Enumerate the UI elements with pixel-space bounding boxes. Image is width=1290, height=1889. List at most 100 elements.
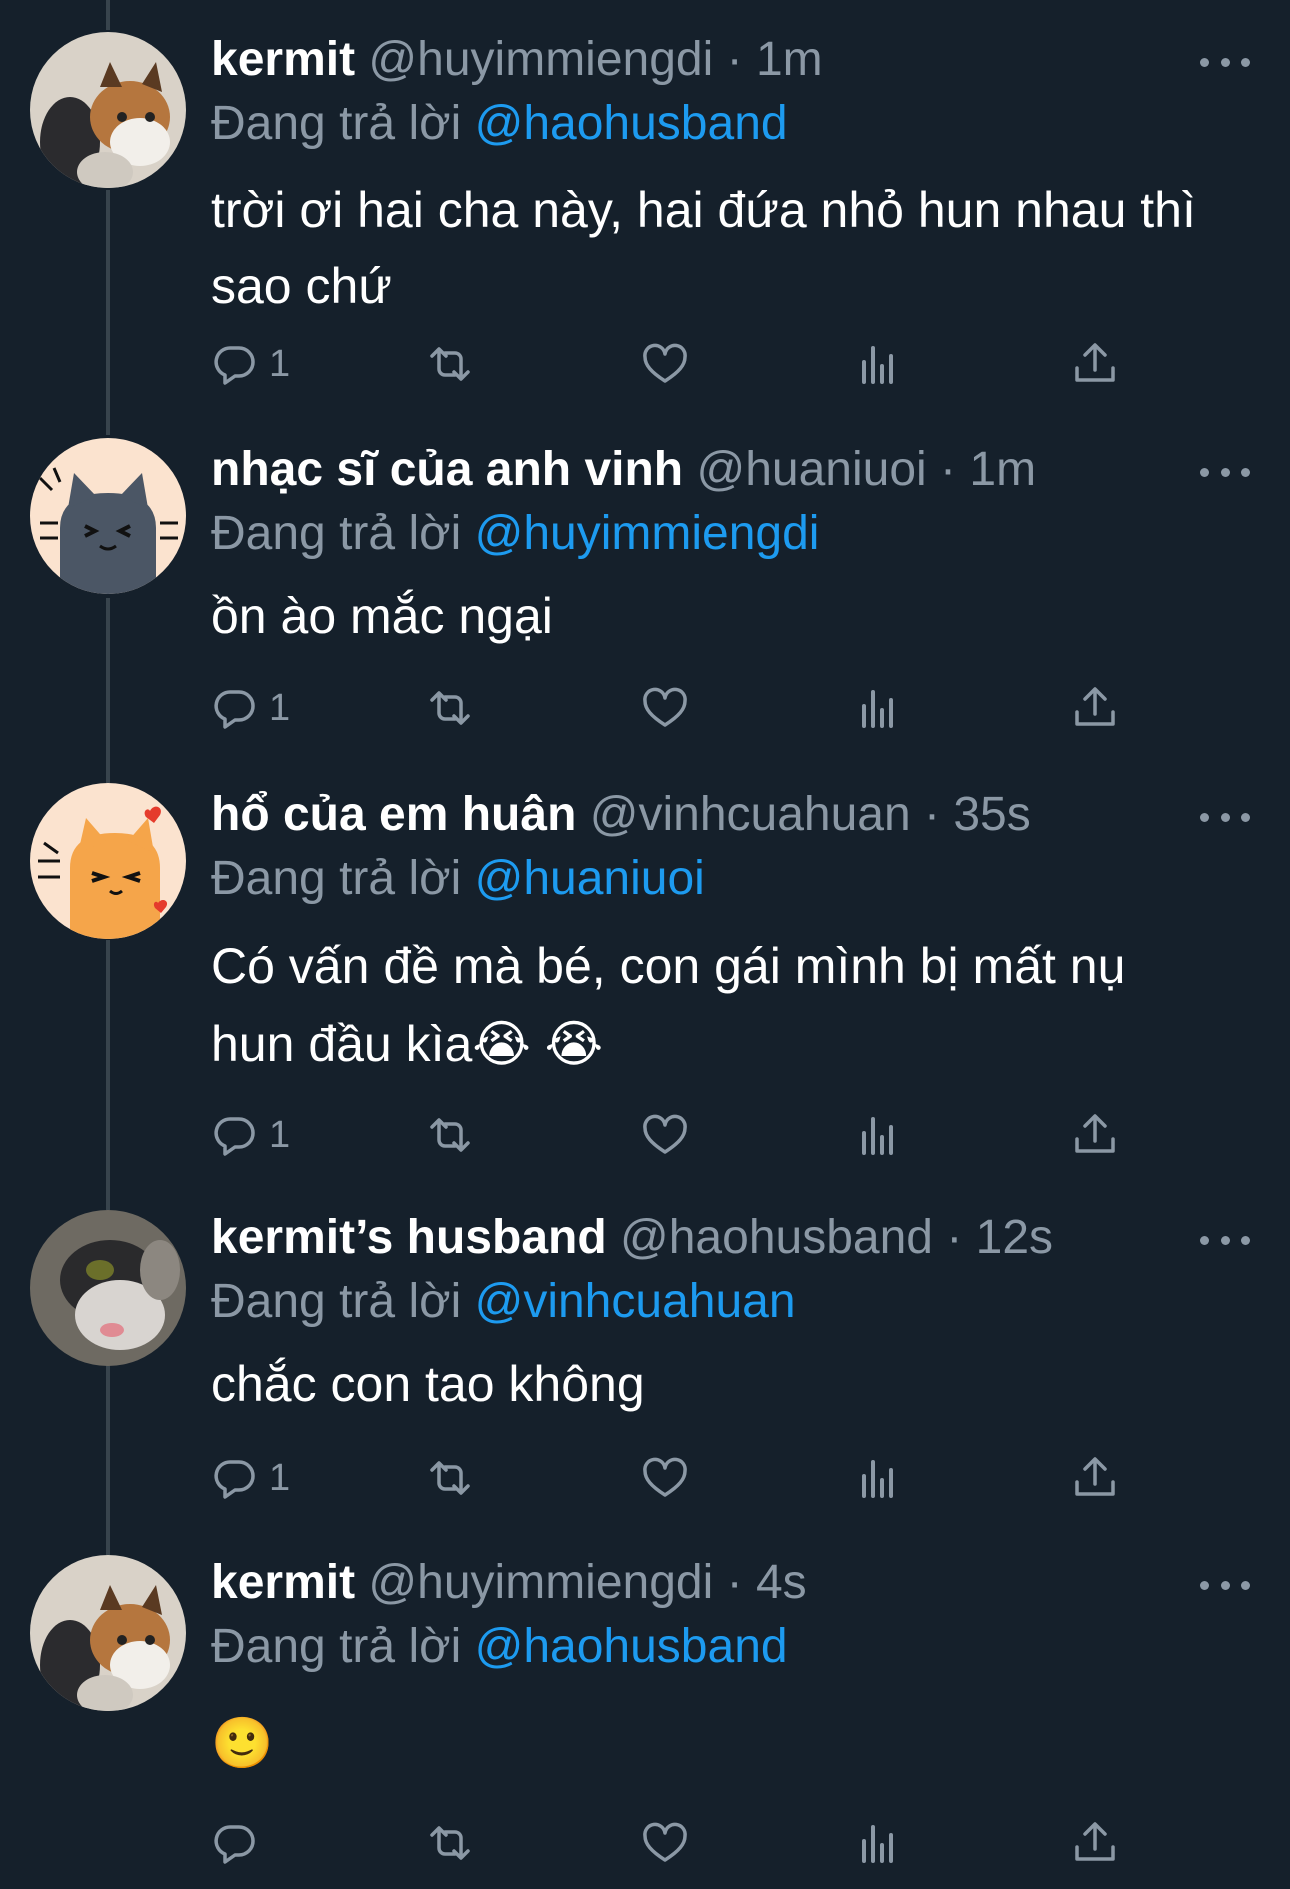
views-button[interactable] xyxy=(856,1448,904,1508)
more-icon[interactable] xyxy=(1200,797,1250,837)
replying-to: Đang trả lời @haohusband xyxy=(211,1615,788,1679)
replying-to-label: Đang trả lời xyxy=(211,1275,462,1328)
user-handle[interactable]: @haohusband xyxy=(620,1211,933,1264)
like-button[interactable] xyxy=(641,1448,689,1508)
tweet-header: hổ của em huân @vinhcuahuan · 35s xyxy=(211,783,1170,847)
separator: · xyxy=(946,1211,963,1264)
avatar[interactable] xyxy=(30,783,186,939)
timestamp[interactable]: 1m xyxy=(756,33,823,86)
tweet[interactable]: kermit @huyimmiengdi · 4s Đang trả lời @… xyxy=(0,1523,1290,1889)
reply-button[interactable]: 1 xyxy=(211,678,290,738)
reply-icon xyxy=(214,1825,255,1864)
user-handle[interactable]: @vinhcuahuan xyxy=(590,788,911,841)
retweet-button[interactable] xyxy=(426,678,474,738)
more-icon[interactable] xyxy=(1200,1220,1250,1260)
display-name[interactable]: hổ của em huân xyxy=(211,788,576,841)
more-icon[interactable] xyxy=(1200,452,1250,492)
display-name[interactable]: nhạc sĩ của anh vinh xyxy=(211,443,683,496)
reply-button[interactable]: 1 xyxy=(211,1448,290,1508)
replying-to: Đang trả lời @vinhcuahuan xyxy=(211,1270,796,1334)
reply-button[interactable] xyxy=(211,1813,269,1873)
reply-count: 1 xyxy=(269,342,291,385)
share-button[interactable] xyxy=(1071,1813,1119,1873)
share-button[interactable] xyxy=(1071,334,1119,394)
like-icon xyxy=(643,1114,687,1154)
views-button[interactable] xyxy=(856,1813,904,1873)
retweet-button[interactable] xyxy=(426,1813,474,1873)
share-icon xyxy=(1075,1822,1115,1861)
reply-to-handle[interactable]: @haohusband xyxy=(475,1620,788,1673)
retweet-icon xyxy=(430,1461,470,1495)
tweet-header: kermit @huyimmiengdi · 1m xyxy=(211,28,1170,92)
tweet-text: ồn ào mắc ngại xyxy=(211,588,553,644)
reply-to-handle[interactable]: @huyimmiengdi xyxy=(475,507,820,560)
replying-to-label: Đang trả lời xyxy=(211,852,462,905)
reply-count: 1 xyxy=(269,1456,291,1499)
more-icon[interactable] xyxy=(1200,42,1250,82)
tweet[interactable]: kermit’s husband @haohusband · 12s Đang … xyxy=(0,1178,1290,1523)
replying-to-label: Đang trả lời xyxy=(211,507,462,560)
like-button[interactable] xyxy=(641,1813,689,1873)
timestamp[interactable]: 35s xyxy=(953,788,1030,841)
retweet-button[interactable] xyxy=(426,1448,474,1508)
avatar[interactable] xyxy=(30,1555,186,1711)
user-handle[interactable]: @huyimmiengdi xyxy=(368,33,713,86)
user-handle[interactable]: @huaniuoi xyxy=(696,443,926,496)
views-icon xyxy=(862,690,893,728)
retweet-button[interactable] xyxy=(426,334,474,394)
avatar[interactable] xyxy=(30,1210,186,1366)
like-button[interactable] xyxy=(641,334,689,394)
share-button[interactable] xyxy=(1071,1448,1119,1508)
reply-to-handle[interactable]: @haohusband xyxy=(475,97,788,150)
tweet-text-container: Có vấn đề mà bé, con gái mình bị mất nụ … xyxy=(211,927,1211,1083)
reply-icon xyxy=(214,1117,255,1156)
display-name[interactable]: kermit’s husband xyxy=(211,1211,607,1264)
retweet-icon xyxy=(430,1826,470,1860)
retweet-button[interactable] xyxy=(426,1105,474,1165)
views-button[interactable] xyxy=(856,678,904,738)
reply-count: 1 xyxy=(269,1113,291,1156)
timestamp[interactable]: 4s xyxy=(756,1556,807,1609)
timestamp[interactable]: 1m xyxy=(969,443,1036,496)
share-button[interactable] xyxy=(1071,1105,1119,1165)
like-button[interactable] xyxy=(641,678,689,738)
replying-to: Đang trả lời @haohusband xyxy=(211,92,788,156)
views-button[interactable] xyxy=(856,334,904,394)
tweet-text: chắc con tao không xyxy=(211,1356,645,1412)
like-button[interactable] xyxy=(641,1105,689,1165)
reply-to-handle[interactable]: @vinhcuahuan xyxy=(475,1275,796,1328)
action-bar: 1 xyxy=(211,334,1131,394)
tweet[interactable]: hổ của em huân @vinhcuahuan · 35s Đang t… xyxy=(0,753,1290,1178)
user-handle[interactable]: @huyimmiengdi xyxy=(368,1556,713,1609)
like-icon xyxy=(643,343,687,383)
display-name[interactable]: kermit xyxy=(211,1556,355,1609)
replying-to-label: Đang trả lời xyxy=(211,1620,462,1673)
avatar[interactable] xyxy=(30,438,186,594)
views-button[interactable] xyxy=(856,1105,904,1165)
views-icon xyxy=(862,1117,893,1155)
reply-button[interactable]: 1 xyxy=(211,334,290,394)
replying-to: Đang trả lời @huaniuoi xyxy=(211,847,705,911)
share-button[interactable] xyxy=(1071,678,1119,738)
like-icon xyxy=(643,1822,687,1862)
more-icon[interactable] xyxy=(1200,1565,1250,1605)
avatar[interactable] xyxy=(30,32,186,188)
retweet-icon xyxy=(430,691,470,725)
share-icon xyxy=(1075,343,1115,382)
views-icon xyxy=(862,346,893,384)
action-bar: 1 xyxy=(211,1448,1131,1508)
action-bar xyxy=(211,1813,1131,1873)
share-icon xyxy=(1075,1114,1115,1153)
reply-to-handle[interactable]: @huaniuoi xyxy=(475,852,705,905)
separator: · xyxy=(726,1556,743,1609)
emoji-text: 😭 😭 xyxy=(472,1016,604,1072)
tweet-text: 🙂 xyxy=(211,1715,274,1771)
reply-icon xyxy=(214,690,255,729)
tweet[interactable]: kermit @huyimmiengdi · 1m Đang trả lời @… xyxy=(0,0,1290,410)
timestamp[interactable]: 12s xyxy=(976,1211,1053,1264)
like-icon xyxy=(643,687,687,727)
share-icon xyxy=(1075,1457,1115,1496)
reply-button[interactable]: 1 xyxy=(211,1105,290,1165)
display-name[interactable]: kermit xyxy=(211,33,355,86)
tweet[interactable]: nhạc sĩ của anh vinh @huaniuoi · 1m Đang… xyxy=(0,408,1290,753)
